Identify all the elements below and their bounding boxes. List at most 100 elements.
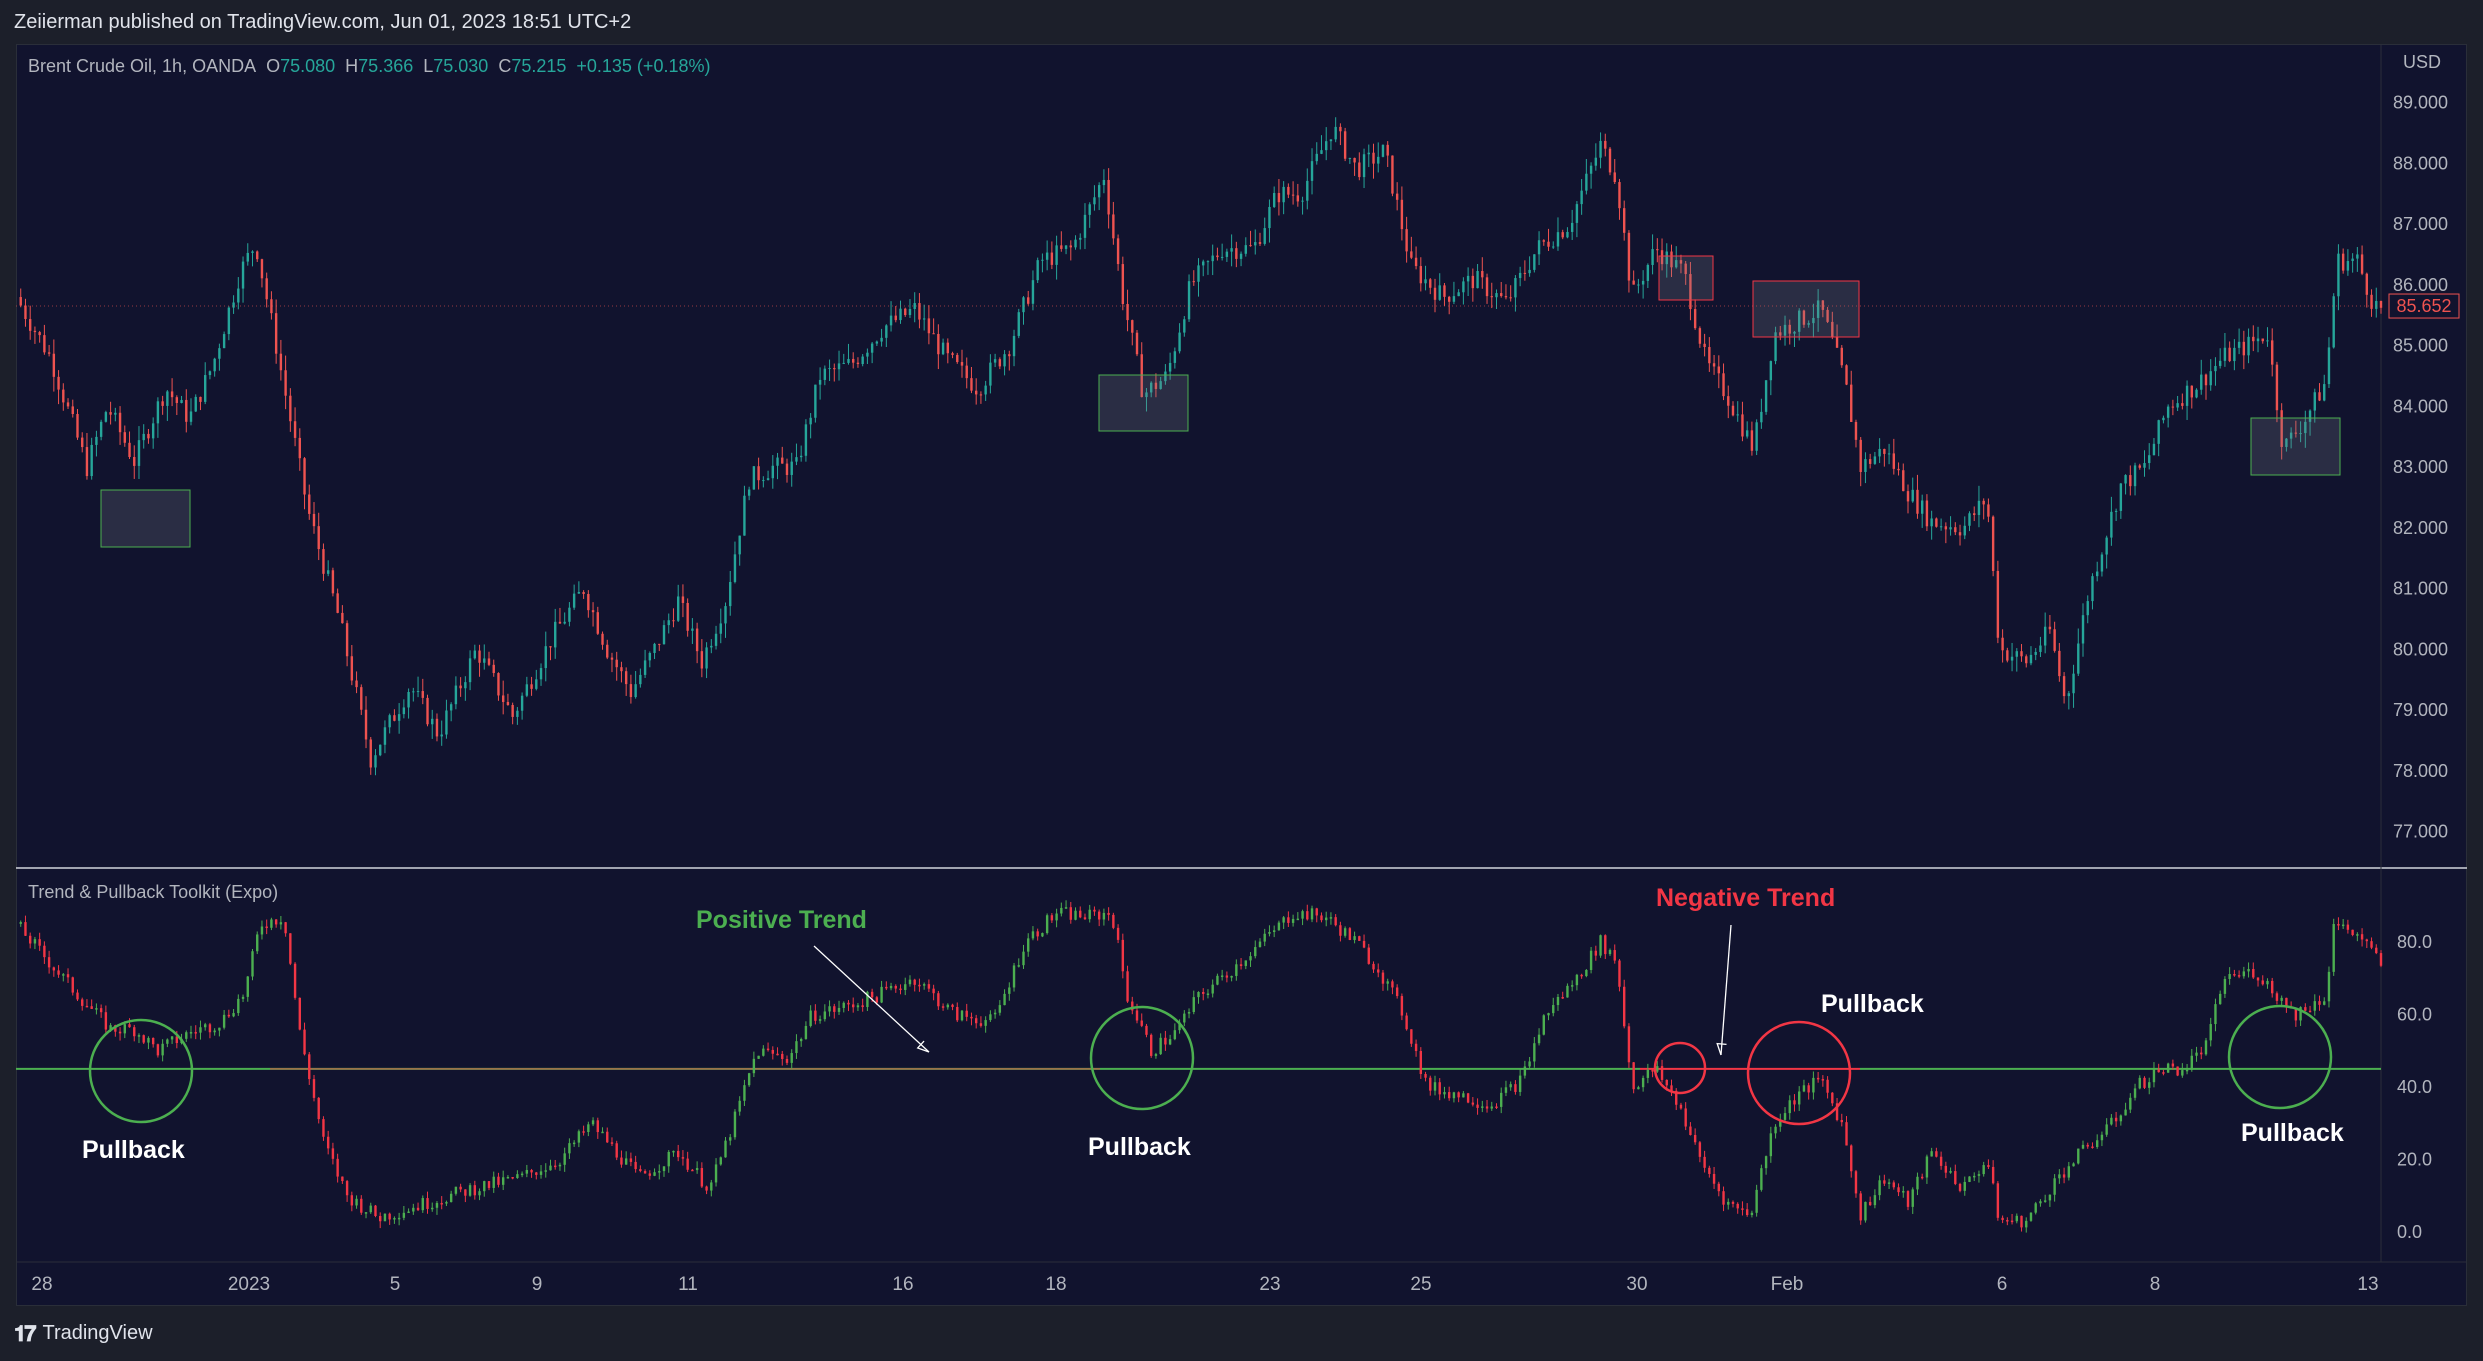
indicator-bar	[1235, 964, 1238, 976]
indicator-bar	[1126, 971, 1129, 1002]
indicator-bar	[1258, 941, 1262, 948]
candle-body	[284, 370, 287, 396]
indicator-bar	[1637, 1087, 1640, 1090]
candle-body	[2275, 364, 2279, 411]
indicator-bar	[1518, 1075, 1522, 1092]
indicator-bar	[487, 1181, 491, 1188]
x-tick-label: 8	[2150, 1274, 2161, 1295]
indicator-bar	[222, 1014, 226, 1028]
candle-body	[1353, 157, 1356, 163]
candle-body	[2218, 360, 2222, 366]
indicator-bar	[47, 957, 51, 968]
candle-body	[1462, 281, 1465, 293]
candle-body	[1845, 365, 1848, 385]
indicator-bar	[133, 1027, 136, 1037]
indicator-bar	[984, 1020, 987, 1026]
indicator-bar	[1438, 1082, 1441, 1095]
candle-body	[431, 718, 434, 725]
candle-body	[1864, 459, 1867, 473]
indicator-bar	[208, 1024, 212, 1033]
indicator-bar	[2148, 1082, 2151, 1088]
candle-body	[606, 644, 609, 658]
legend-open-label: O	[266, 56, 281, 76]
candle-body	[118, 412, 122, 433]
indicator-bar	[535, 1172, 538, 1175]
indicator-bar	[293, 963, 297, 998]
pullback-label: Pullback	[1088, 1133, 1191, 1161]
chart-canvas[interactable]: USD 89.000 88.000 87.000 86.000 85.000 84.000 8…	[0, 0, 2483, 1361]
indicator-bar	[2266, 980, 2269, 985]
indicator-title[interactable]: Trend & Pullback Toolkit (Expo)	[28, 882, 278, 903]
indicator-bar	[2143, 1077, 2146, 1088]
indicator-bar	[1400, 996, 1404, 1016]
candle-body	[918, 303, 921, 320]
indicator-bar	[1036, 931, 1039, 937]
indicator-bar	[1660, 1066, 1664, 1080]
indicator-bar	[875, 997, 879, 1003]
indicator-bar	[1509, 1084, 1512, 1088]
indicator-bar	[719, 1157, 722, 1165]
indicator-bar	[956, 1006, 959, 1021]
candle-body	[2223, 347, 2227, 361]
indicator-bar	[1873, 1195, 1877, 1206]
candle-body	[1495, 293, 1498, 298]
candle-body	[941, 342, 945, 355]
y-tick-label: 77.000	[2393, 822, 2448, 842]
candle-body	[90, 444, 93, 477]
candle-body	[1991, 516, 1995, 571]
candle-body	[965, 365, 968, 379]
indicator-bar	[170, 1036, 174, 1040]
indicator-bar	[1542, 1015, 1545, 1035]
indicator-bar	[705, 1186, 708, 1191]
footer: 𝟏𝟕 TradingView	[0, 1306, 2483, 1361]
candle-body	[799, 455, 803, 458]
indicator-bar	[771, 1049, 774, 1054]
indicator-bar	[2313, 1001, 2316, 1011]
tradingview-logo-icon[interactable]: 𝟏𝟕	[14, 1321, 37, 1347]
footer-brand[interactable]: TradingView	[42, 1322, 152, 1345]
y-tick-label: 78.000	[2393, 761, 2448, 781]
indicator-bar	[1008, 987, 1011, 994]
candle-body	[218, 348, 221, 359]
candle-body	[1414, 257, 1418, 267]
indicator-bar	[194, 1032, 197, 1034]
candle-body	[468, 658, 472, 683]
candle-body	[464, 682, 467, 689]
indicator-bar	[341, 1176, 344, 1182]
indicator-bar	[1429, 1077, 1432, 1091]
indicator-bar	[894, 985, 897, 989]
indicator-bar	[440, 1203, 443, 1205]
candle-body	[71, 406, 74, 415]
indicator-bar	[2091, 1146, 2094, 1149]
candle-body	[1097, 185, 1101, 198]
legend-symbol[interactable]: Brent Crude Oil, 1h, OANDA	[28, 56, 256, 77]
candle-body	[1315, 153, 1318, 162]
candle-body	[1178, 332, 1181, 352]
indicator-bar	[1060, 907, 1063, 914]
indicator-bar	[90, 1006, 93, 1009]
candle-body	[554, 621, 557, 648]
candle-body	[383, 727, 387, 745]
indicator-bar	[1325, 917, 1328, 921]
candle-body	[1954, 527, 1957, 533]
candle-body	[2010, 656, 2014, 661]
indicator-bar	[1064, 907, 1068, 909]
candle-body	[104, 412, 108, 422]
candle-body	[1566, 231, 1569, 238]
candle-body	[1055, 245, 1058, 265]
candle-body	[1036, 260, 1039, 281]
indicator-bar	[1589, 950, 1593, 971]
indicator-bar	[1367, 947, 1370, 964]
candle-body	[232, 302, 235, 308]
indicator-bar	[1504, 1087, 1508, 1093]
candle-body	[1604, 140, 1607, 149]
indicator-bar	[501, 1177, 505, 1185]
candle-body	[984, 385, 987, 395]
indicator-bar	[2166, 1063, 2170, 1073]
y-tick-label: 79.000	[2393, 700, 2448, 720]
indicator-bar	[1802, 1085, 1806, 1092]
pullback-label: Pullback	[82, 1136, 185, 1164]
indicator-bar	[610, 1142, 614, 1144]
indicator-bar	[71, 977, 74, 993]
candle-body	[1367, 152, 1370, 155]
